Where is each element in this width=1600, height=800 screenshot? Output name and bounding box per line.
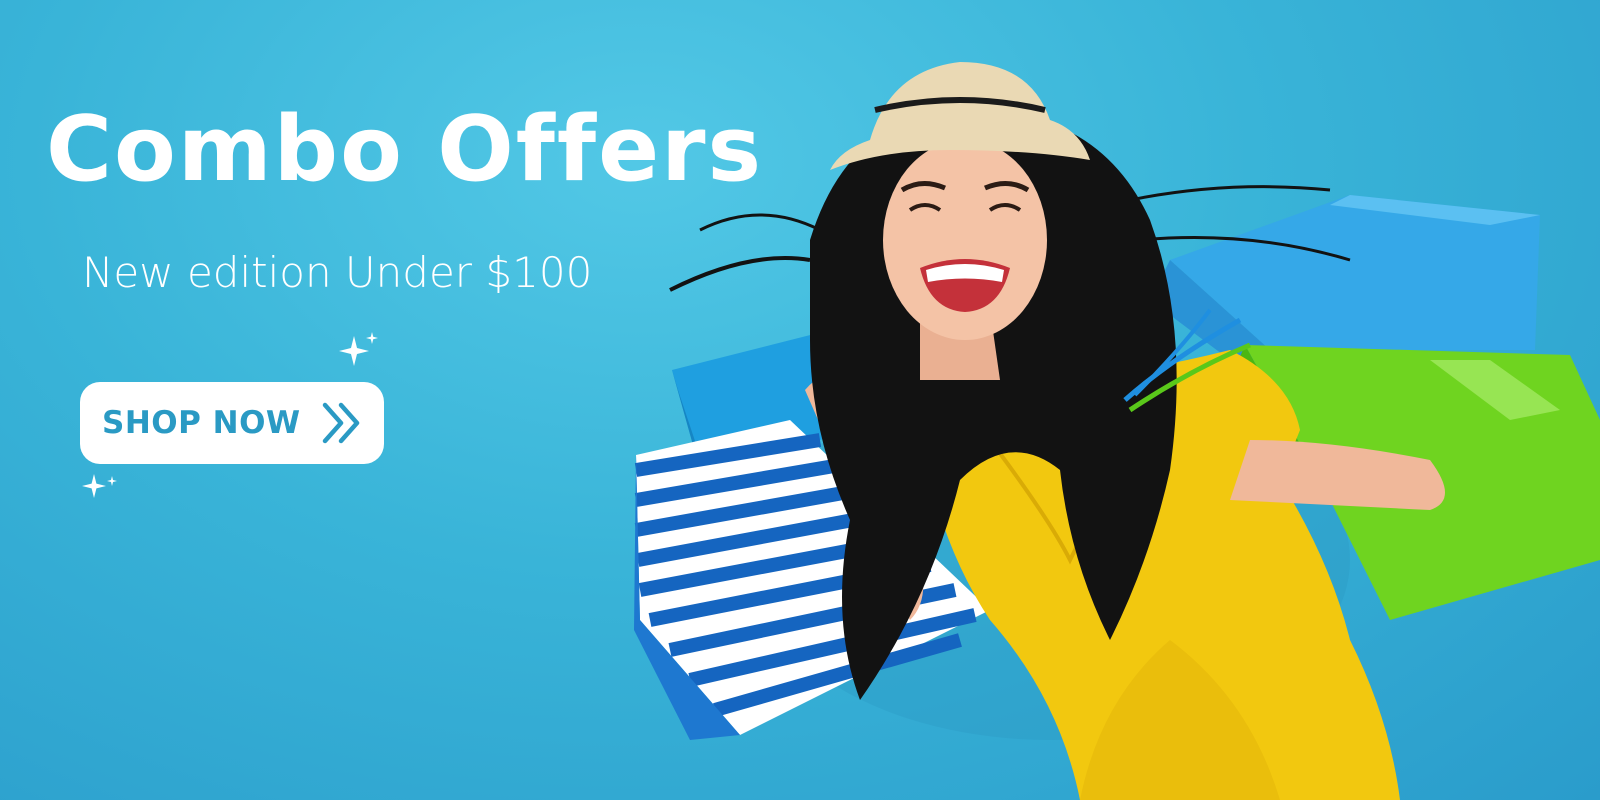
shop-now-label: SHOP NOW	[102, 405, 301, 441]
shop-now-button[interactable]: SHOP NOW	[80, 382, 384, 464]
promo-banner: Combo Offers New edition Under $100 SHOP…	[0, 0, 1600, 800]
sparkle-icon	[339, 332, 378, 366]
double-chevron-right-icon	[321, 401, 363, 445]
sparkle-icon	[82, 474, 117, 498]
subtitle: New edition Under $100	[82, 248, 593, 297]
hero-photo	[634, 62, 1600, 800]
